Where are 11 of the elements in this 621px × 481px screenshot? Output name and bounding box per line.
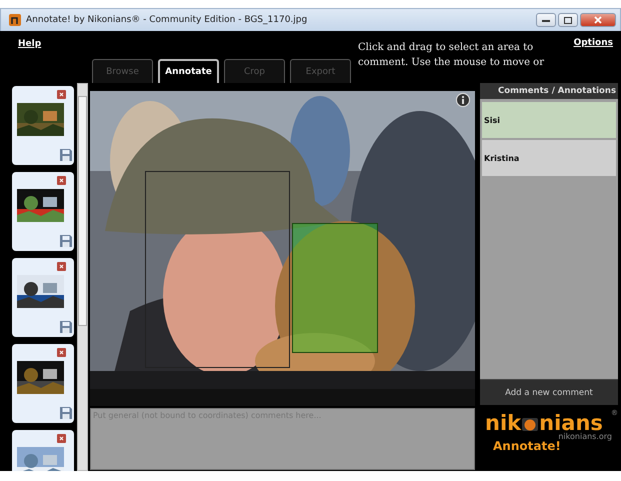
comment-item[interactable]: Kristina bbox=[482, 140, 616, 176]
instruction-text: Click and drag to select an area to comment. Use the mouse to move or bbox=[358, 41, 545, 70]
window-title: Annotate! by Nikonians® - Community Edition - BGS_1170.jpg bbox=[26, 15, 308, 25]
tab[interactable]: Annotate bbox=[158, 59, 219, 83]
comments-header: Comments / Annotations bbox=[480, 83, 618, 99]
options-link[interactable]: Options bbox=[574, 38, 613, 48]
comment-item[interactable]: Sisi bbox=[482, 102, 616, 138]
site-text: nikonians.org bbox=[558, 432, 612, 442]
help-link[interactable]: Help bbox=[18, 39, 42, 49]
product-name: Annotate! bbox=[493, 439, 561, 454]
add-comment-button[interactable]: Add a new comment bbox=[480, 379, 618, 406]
